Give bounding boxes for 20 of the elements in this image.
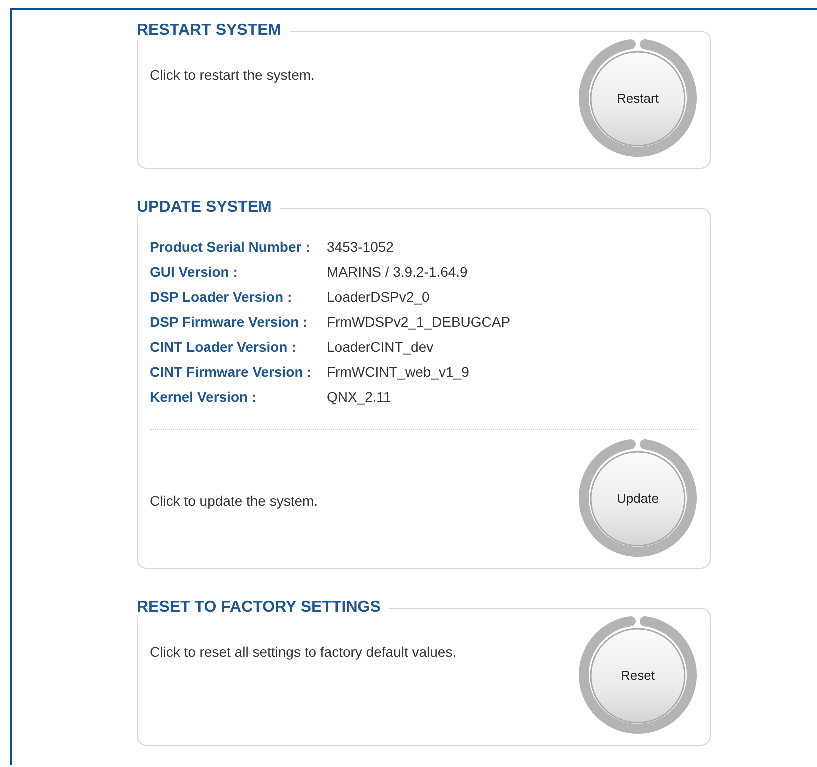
info-value: LoaderDSPv2_0 (327, 288, 431, 307)
info-label: Product Serial Number : (150, 238, 312, 257)
info-value: FrmWCINT_web_v1_9 (327, 363, 470, 382)
section-title: RESTART SYSTEM (137, 22, 283, 40)
info-value: 3453-1052 (327, 238, 395, 257)
section-description: Click to reset all settings to factory default values. (150, 644, 457, 660)
info-label: CINT Loader Version : (150, 338, 298, 357)
section-description: Click to restart the system. (150, 67, 315, 83)
info-value: MARINS / 3.9.2-1.64.9 (327, 263, 469, 282)
info-value: LoaderCINT_dev (327, 338, 435, 357)
section-title: UPDATE SYSTEM (137, 199, 273, 217)
section-description: Click to update the system. (150, 493, 318, 509)
info-label: DSP Loader Version : (150, 288, 294, 307)
info-value: QNX_2.11 (327, 388, 392, 407)
info-label: Kernel Version : (150, 388, 258, 407)
info-label: DSP Firmware Version : (150, 313, 309, 332)
info-label: CINT Firmware Version : (150, 363, 313, 382)
section-title: RESET TO FACTORY SETTINGS (137, 599, 382, 617)
info-label: GUI Version : (150, 263, 239, 282)
info-value: FrmWDSPv2_1_DEBUGCAP (327, 313, 512, 332)
